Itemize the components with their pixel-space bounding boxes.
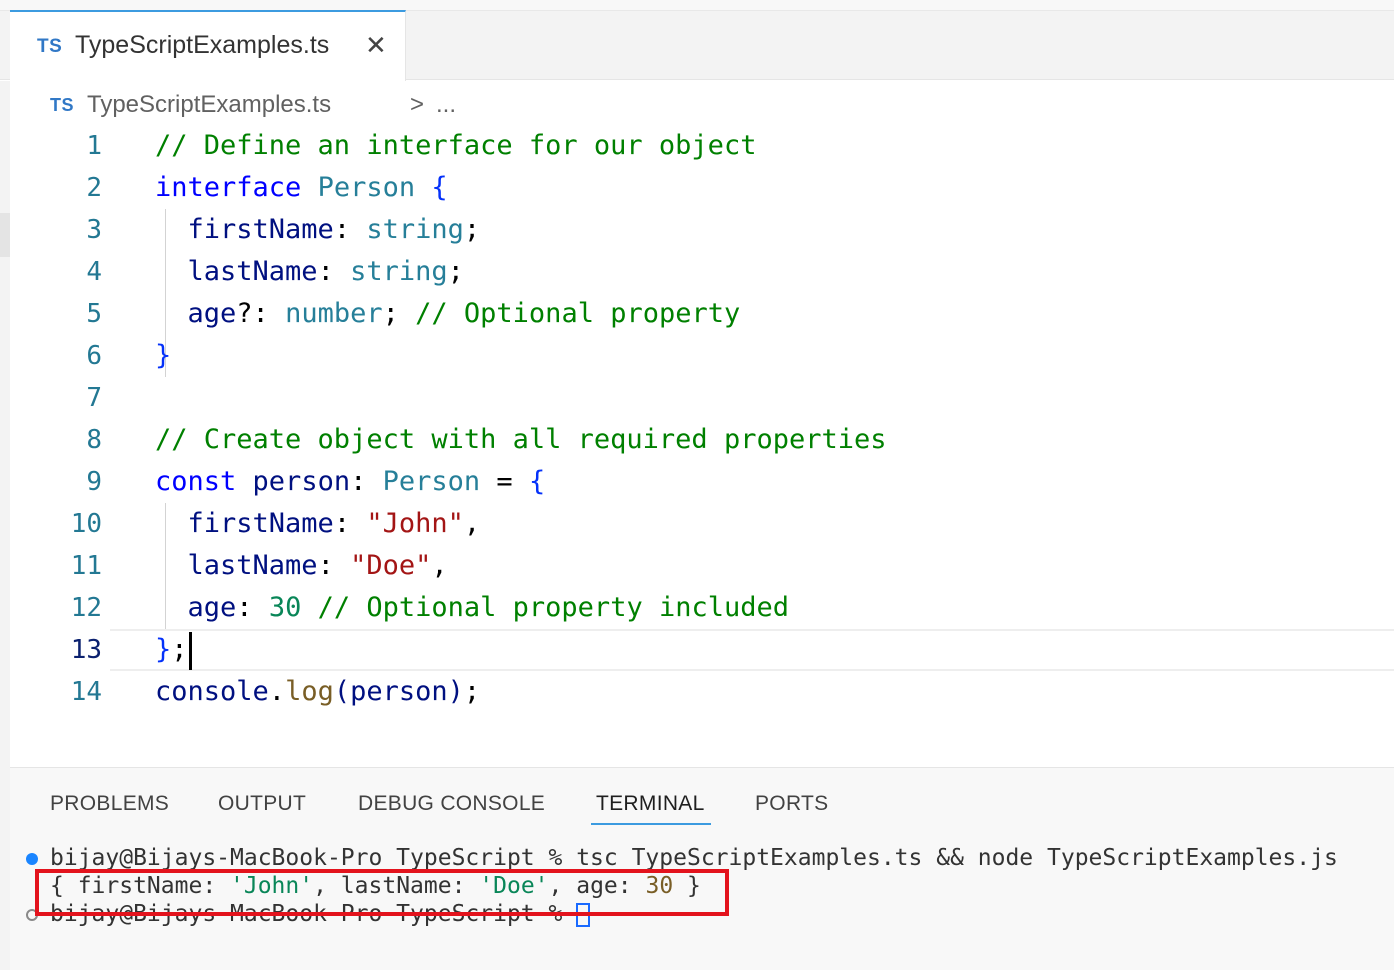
typescript-file-icon: TS [50,95,75,115]
terminal-command-line: bijay@Bijays-MacBook-Pro TypeScript % ts… [50,845,1338,871]
code-line: 11 lastName: "Doe", [10,545,1394,587]
code-line: 7 [10,377,1394,419]
code-line: 8 // Create object with all required pro… [10,419,1394,461]
line-number: 9 [86,467,102,497]
line-number: 5 [86,299,102,329]
tab-terminal[interactable]: TERMINAL [596,792,705,816]
breadcrumb-file[interactable]: TypeScriptExamples.ts [87,91,331,119]
line-number: 6 [86,341,102,371]
line-number: 8 [86,425,102,455]
code-line: 12 age: 30 // Optional property included [10,587,1394,629]
text-cursor [188,631,192,670]
breadcrumb-more[interactable]: ... [436,91,456,119]
code-line: 6 } [10,335,1394,377]
code-text: lastName: "Doe", [187,550,448,581]
code-text: } [155,340,172,371]
code-text: const person: Person = { [155,466,546,497]
code-text: lastName: string; [187,256,464,287]
line-number: 11 [70,551,102,581]
code-line: 3 firstName: string; [10,209,1394,251]
chevron-right-icon: > [410,91,425,118]
code-line: 14 console.log(person); [10,671,1394,713]
code-text: // Define an interface for our object [155,130,757,161]
command-success-dot-icon[interactable] [26,853,38,865]
tab-output[interactable]: OUTPUT [218,792,306,816]
tab-typescript-examples[interactable]: TS TypeScriptExamples.ts ✕ [10,10,406,81]
code-line: 1 // Define an interface for our object [10,125,1394,167]
line-number: 3 [86,215,102,245]
activity-strip-marker [0,213,10,257]
typescript-file-icon: TS [37,36,63,57]
line-number-active: 13 [70,635,102,665]
code-text: age?: number; // Optional property [187,298,741,329]
line-number: 1 [86,131,102,161]
code-text: // Create object with all required prope… [155,424,887,455]
code-line: 2 interface Person { [10,167,1394,209]
active-tab-indicator [591,823,711,825]
code-line: 4 lastName: string; [10,251,1394,293]
tab-debug-console[interactable]: DEBUG CONSOLE [358,792,545,816]
bottom-panel: PROBLEMS OUTPUT DEBUG CONSOLE TERMINAL P… [10,767,1394,970]
code-text: interface Person { [155,172,448,203]
code-text: }; [155,629,192,671]
line-number: 14 [70,677,102,707]
code-line: 5 age?: number; // Optional property [10,293,1394,335]
code-text: firstName: string; [187,214,481,245]
code-text: console.log(person); [155,676,481,707]
line-number: 10 [70,509,102,539]
line-number: 4 [86,257,102,287]
line-number: 2 [86,173,102,203]
code-text: age: 30 // Optional property included [187,592,789,623]
tab-title: TypeScriptExamples.ts [75,31,330,59]
code-editor[interactable]: TS TypeScriptExamples.ts > ... 1 // Defi… [10,81,1394,767]
close-icon[interactable]: ✕ [365,30,387,60]
line-number: 12 [70,593,102,623]
code-line: 13 }; [10,629,1394,671]
line-number: 7 [86,383,102,413]
editor-tab-bar: TS TypeScriptExamples.ts ✕ [0,0,1394,81]
code-line: 9 const person: Person = { [10,461,1394,503]
tab-ports[interactable]: PORTS [755,792,828,816]
output-highlight-box [35,869,729,916]
code-line: 10 firstName: "John", [10,503,1394,545]
tab-problems[interactable]: PROBLEMS [50,792,169,816]
code-text: firstName: "John", [187,508,481,539]
